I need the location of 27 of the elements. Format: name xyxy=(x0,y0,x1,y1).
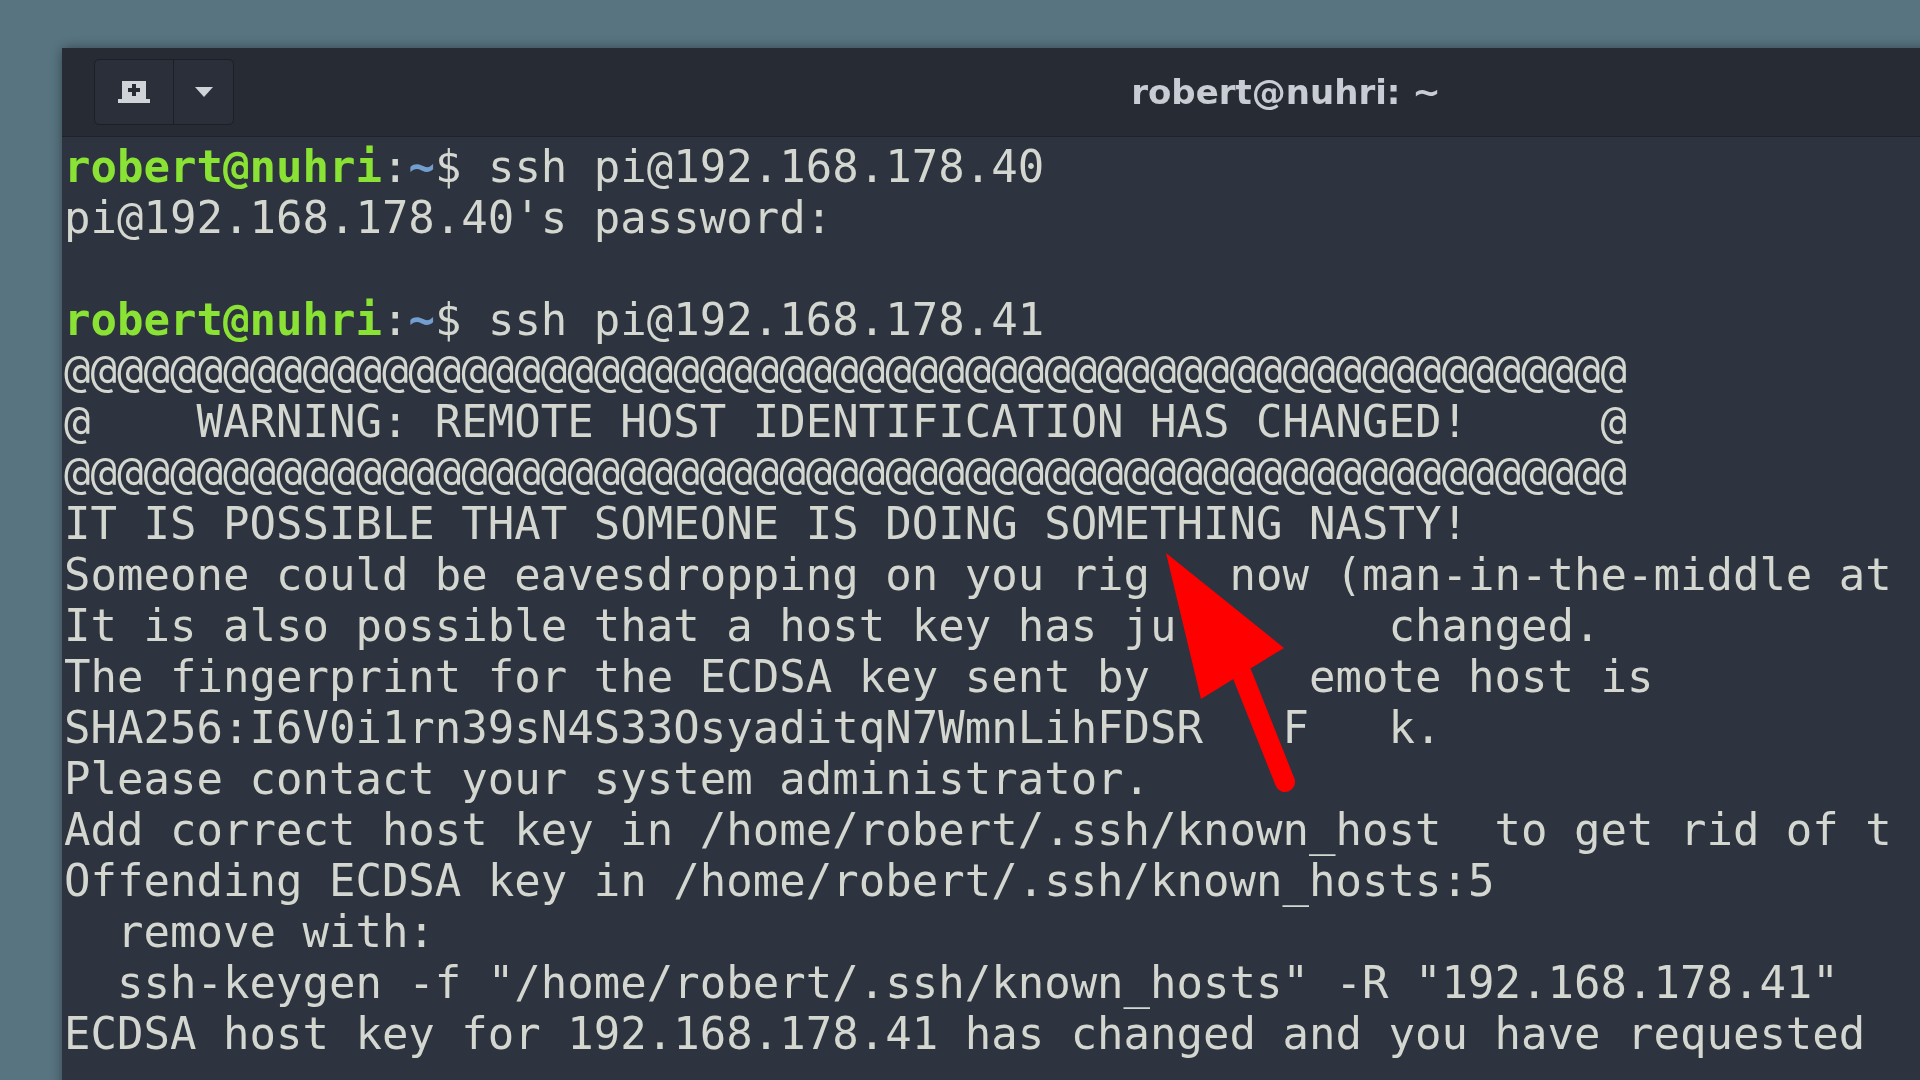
prompt-path: ~ xyxy=(408,141,435,192)
output-line: @ WARNING: REMOTE HOST IDENTIFICATION HAS CHANGED! @ xyxy=(64,396,1627,447)
prompt-user-host: robert@nuhri xyxy=(64,294,382,345)
command-text: ssh pi@192.168.178.40 xyxy=(487,141,1045,192)
output-line: Offending ECDSA key in /home/robert/.ssh/known_hosts:5 xyxy=(64,855,1495,906)
output-line: IT IS POSSIBLE THAT SOMEONE IS DOING SOMETHING NASTY! xyxy=(64,498,1468,549)
output-line: Add correct host key in /home/robert/.ssh/known_host to get rid of t xyxy=(64,804,1892,855)
caret-icon xyxy=(194,87,213,97)
prompt-symbol: $ xyxy=(434,294,462,345)
output-line: @@@@@@@@@@@@@@@@@@@@@@@@@@@@@@@@@@@@@@@@@@@@@@@@@@@@@@@@@@@ xyxy=(64,447,1627,498)
prompt-path: ~ xyxy=(408,294,435,345)
output-line: pi@192.168.178.40's password: xyxy=(64,192,833,243)
output-line: @@@@@@@@@@@@@@@@@@@@@@@@@@@@@@@@@@@@@@@@@@@@@@@@@@@@@@@@@@@ xyxy=(64,345,1627,396)
prompt-user-host: robert@nuhri xyxy=(64,141,382,192)
output-line: Someone could be eavesdropping on you rig now (man-in-the-middle at xyxy=(64,549,1892,600)
output-line: ECDSA host key for 192.168.178.41 has changed and you have requested xyxy=(64,1008,1866,1059)
output-line: ssh-keygen -f "/home/robert/.ssh/known_hosts" -R "192.168.178.41" xyxy=(115,957,1839,1008)
output-line: SHA256:I6V0i1rn39sN4S33OsyaditqN7WmnLihFDSR F k. xyxy=(64,702,1442,753)
output-line: It is also possible that a host key has ju changed. xyxy=(64,600,1601,651)
prompt-separator: : xyxy=(381,141,409,192)
output-line: Please contact your system administrator. xyxy=(64,753,1151,804)
output-line: remove with: xyxy=(115,906,435,957)
window-title: robert@nuhri: ~ xyxy=(1131,72,1441,112)
prompt-separator: : xyxy=(381,294,409,345)
command-text: ssh pi@192.168.178.41 xyxy=(487,294,1045,345)
prompt-symbol: $ xyxy=(434,141,462,192)
output-line: The fingerprint for the ECDSA key sent by emote host is xyxy=(64,651,1654,702)
